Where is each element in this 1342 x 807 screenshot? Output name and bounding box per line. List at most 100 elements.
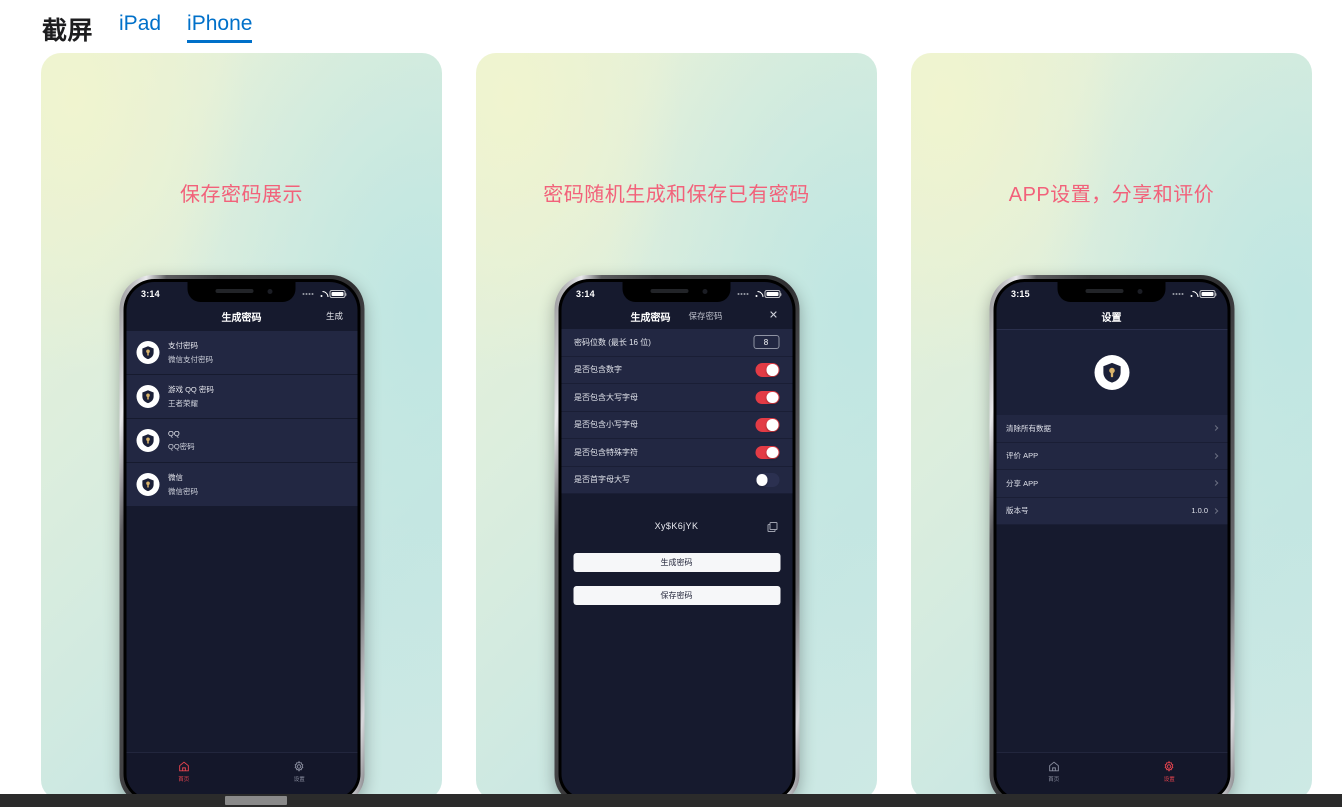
settings-row-label: 评价 APP [1006, 451, 1039, 461]
toggle-lowercase[interactable] [755, 418, 779, 432]
setting-row-capitalize[interactable]: 是否首字母大写 [561, 466, 792, 494]
chevron-right-icon [1212, 452, 1218, 459]
generator-settings[interactable]: 密码位数 (最长 16 位) 8 是否包含数字 是否包含大写字母 是否包含小写字… [561, 329, 792, 494]
horizontal-scrollbar[interactable] [0, 794, 1342, 807]
tab-settings[interactable]: 设置 [271, 760, 327, 783]
generate-button[interactable]: 生成 [326, 310, 343, 322]
settings-row-label: 分享 APP [1006, 478, 1039, 488]
nav-bar: 设置 [996, 303, 1227, 329]
settings-row-clear-data[interactable]: 清除所有数据 [996, 415, 1227, 443]
tab-ipad[interactable]: iPad [119, 12, 161, 43]
segment-saved[interactable]: 保存密码 [688, 310, 722, 322]
segment-generate[interactable]: 生成密码 [630, 309, 670, 324]
chevron-right-icon [1212, 480, 1218, 487]
screenshot-card-1[interactable]: 保存密码展示 3:14 生成密码 生成 支付密码 微信支付密码 游戏 QQ 密码… [41, 53, 442, 800]
wifi-icon [1186, 290, 1196, 298]
page-header: 截屏 iPad iPhone [0, 0, 1342, 44]
settings-row-label: 清除所有数据 [1006, 423, 1051, 433]
length-input[interactable]: 8 [753, 335, 779, 350]
key-shield-icon [136, 341, 159, 364]
tab-bar[interactable]: 首页 设置 [126, 752, 357, 798]
chevron-right-icon [1212, 507, 1218, 514]
screenshot-strip[interactable]: 保存密码展示 3:14 生成密码 生成 支付密码 微信支付密码 游戏 QQ 密码… [0, 44, 1342, 801]
phone-screen: 3:14 生成密码 生成 支付密码 微信支付密码 游戏 QQ 密码 王者荣耀 Q… [126, 282, 357, 798]
signal-icon [302, 292, 313, 295]
settings-row-label: 版本号 [1006, 506, 1029, 516]
status-bar: 3:15 [996, 282, 1227, 303]
list-item[interactable]: QQ QQ密码 [126, 419, 357, 463]
tab-home[interactable]: 首页 [1026, 760, 1082, 783]
tab-home-label: 首页 [178, 777, 190, 783]
settings-row-share-app[interactable]: 分享 APP [996, 470, 1227, 498]
status-time: 3:14 [141, 288, 160, 299]
nav-bar: 生成密码 保存密码 ✕ [561, 303, 792, 329]
status-time: 3:15 [1011, 288, 1030, 299]
scrollbar-thumb[interactable] [225, 796, 287, 805]
gear-icon [1164, 760, 1174, 772]
toggle-uppercase[interactable] [755, 390, 779, 404]
key-shield-icon [1094, 355, 1129, 390]
toggle-special[interactable] [755, 445, 779, 459]
screenshot-caption: 保存密码展示 [180, 184, 303, 206]
password-list[interactable]: 支付密码 微信支付密码 游戏 QQ 密码 王者荣耀 QQ QQ密码 微信 微信密… [126, 329, 357, 507]
battery-icon [764, 289, 782, 298]
status-bar: 3:14 [126, 282, 357, 303]
settings-row-value: 1.0.0 [1191, 506, 1208, 516]
gear-icon [294, 760, 304, 772]
screenshot-caption: 密码随机生成和保存已有密码 [543, 184, 810, 206]
setting-label: 密码位数 (最长 16 位) [574, 337, 651, 347]
tab-iphone[interactable]: iPhone [187, 12, 253, 43]
list-item-subtitle: 微信密码 [168, 487, 198, 496]
nav-bar: 生成密码 生成 [126, 303, 357, 329]
generate-password-button[interactable]: 生成密码 [573, 553, 780, 572]
toggle-capitalize[interactable] [755, 473, 779, 487]
settings-row-rate-app[interactable]: 评价 APP [996, 442, 1227, 470]
save-password-button[interactable]: 保存密码 [573, 586, 780, 605]
app-icon-area [996, 329, 1227, 415]
setting-row-digits[interactable]: 是否包含数字 [561, 356, 792, 384]
list-item[interactable]: 微信 微信密码 [126, 463, 357, 507]
page-title: 截屏 [42, 17, 94, 45]
tab-bar[interactable]: 首页 设置 [996, 752, 1227, 798]
setting-label: 是否包含小写字母 [574, 420, 638, 430]
wifi-icon [751, 290, 761, 298]
list-item-subtitle: QQ密码 [168, 442, 195, 451]
list-item[interactable]: 支付密码 微信支付密码 [126, 331, 357, 375]
settings-row-version[interactable]: 版本号 1.0.0 [996, 497, 1227, 525]
setting-label: 是否包含大写字母 [574, 392, 638, 402]
nav-title: 生成密码 [221, 312, 262, 324]
setting-label: 是否包含特殊字符 [574, 447, 638, 457]
screenshot-card-3[interactable]: APP设置，分享和评价 3:15 设置 清除所有数据 评价 APP 分享 APP… [911, 53, 1312, 800]
toggle-digits[interactable] [755, 363, 779, 377]
tab-home[interactable]: 首页 [156, 760, 212, 783]
setting-label: 是否首字母大写 [574, 475, 630, 485]
list-item-title: QQ [168, 429, 180, 438]
home-icon [178, 761, 189, 772]
setting-row-uppercase[interactable]: 是否包含大写字母 [561, 384, 792, 412]
status-time: 3:14 [576, 288, 595, 299]
screenshot-card-2[interactable]: 密码随机生成和保存已有密码 3:14 生成密码 保存密码 ✕ 密码位数 (最长 … [476, 53, 877, 800]
battery-icon [1199, 289, 1217, 298]
key-shield-icon [136, 385, 159, 408]
setting-row-special[interactable]: 是否包含特殊字符 [561, 439, 792, 467]
nav-title: 设置 [1101, 312, 1122, 324]
setting-row-lowercase[interactable]: 是否包含小写字母 [561, 411, 792, 439]
wifi-icon [316, 290, 326, 298]
list-item-title: 游戏 QQ 密码 [168, 385, 214, 394]
tab-settings[interactable]: 设置 [1141, 760, 1197, 783]
tab-home-label: 首页 [1048, 777, 1060, 783]
signal-icon [1172, 292, 1183, 295]
phone-mockup: 3:15 设置 清除所有数据 评价 APP 分享 APP 版本号 1.0.0 首… [989, 275, 1234, 800]
screenshot-caption: APP设置，分享和评价 [1008, 184, 1215, 206]
setting-row-length[interactable]: 密码位数 (最长 16 位) 8 [561, 329, 792, 357]
chevron-right-icon [1212, 425, 1218, 432]
device-tabs: iPad iPhone [119, 12, 253, 44]
close-icon[interactable]: ✕ [768, 310, 779, 322]
list-item[interactable]: 游戏 QQ 密码 王者荣耀 [126, 375, 357, 419]
copy-icon[interactable] [767, 521, 778, 533]
phone-mockup: 3:14 生成密码 生成 支付密码 微信支付密码 游戏 QQ 密码 王者荣耀 Q… [119, 275, 364, 800]
settings-list[interactable]: 清除所有数据 评价 APP 分享 APP 版本号 1.0.0 [996, 415, 1227, 525]
list-item-subtitle: 微信支付密码 [168, 355, 213, 364]
key-shield-icon [136, 473, 159, 496]
segmented-control[interactable]: 生成密码 保存密码 [630, 309, 722, 324]
